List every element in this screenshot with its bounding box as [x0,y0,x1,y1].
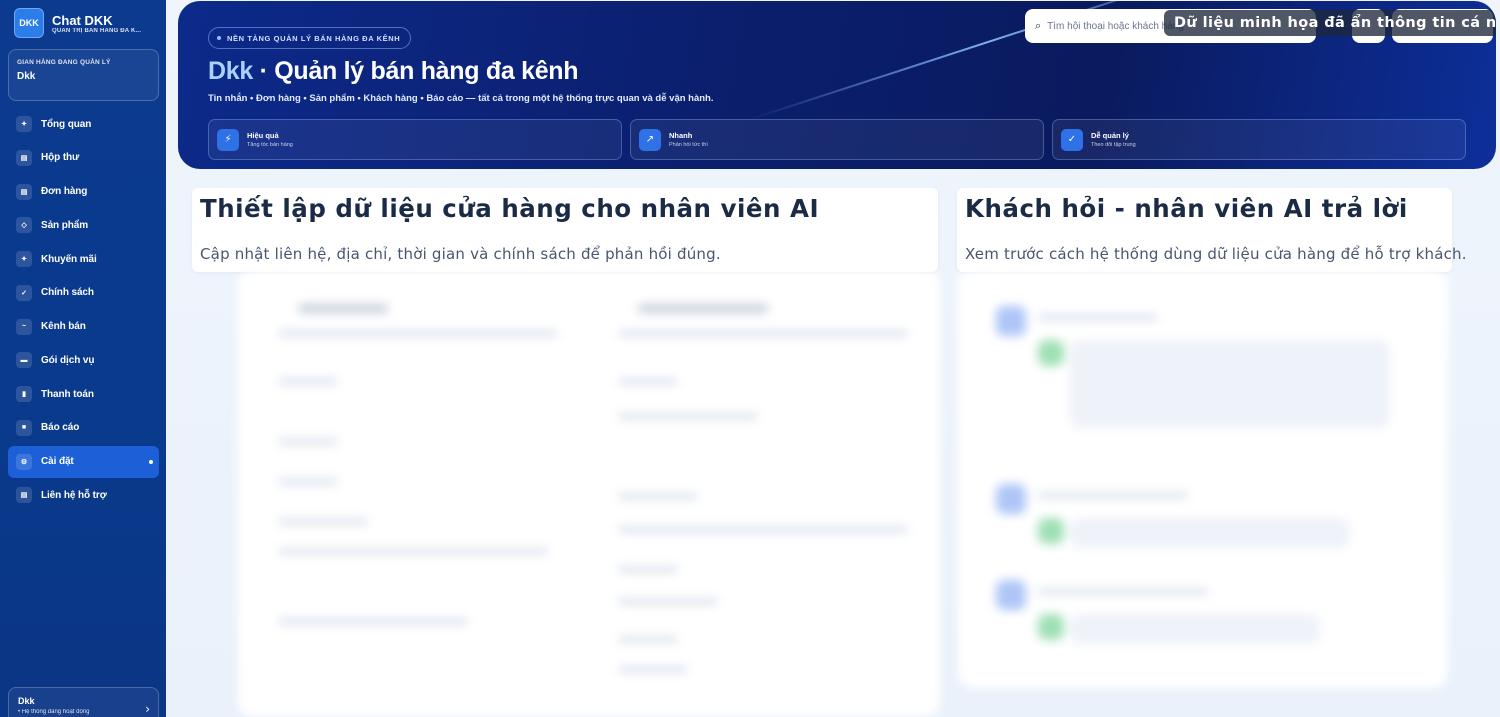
active-indicator [149,459,153,464]
store-selector[interactable]: GIAN HÀNG ĐANG QUẢN LÝ Dkk [8,49,159,101]
system-status: • Hệ thống đang hoạt động [18,709,90,715]
sidebar-nav: ✦ Tổng quan ▤ Hộp thư ▤ Đơn hàng ◇ Sản phẩm … [8,108,159,513]
feature-subtitle: Tăng tốc bán hàng [247,142,293,148]
privacy-notice: Dữ liệu minh họa đã ẩn thông tin cá nhân [1164,10,1496,36]
pill-label: NỀN TẢNG QUẢN LÝ BÁN HÀNG ĐA KÊNH [227,33,401,43]
bolt-icon: ⚡ [217,128,239,151]
sidebar-item-kenh-ban[interactable]: ~ Kênh bán [8,311,159,343]
app-subtitle: QUẢN TRỊ BÁN HÀNG ĐA K... [52,27,142,34]
feature-title: Dễ quản lý [1091,131,1129,140]
page-title: Dkk · Quản lý bán hàng đa kênh [208,57,579,86]
arrow-icon: ↗ [639,128,661,151]
card-title: Thiết lập dữ liệu cửa hàng cho nhân viên… [200,194,820,223]
sidebar-item-label: Sản phẩm [41,219,88,231]
check-icon: ✓ [16,284,32,301]
sidebar-item-label: Cài đặt [41,456,74,467]
sidebar-item-hop-thu[interactable]: ▤ Hộp thư [8,142,159,174]
store-name: Dkk [17,71,36,82]
payment-icon: ▮ [16,386,32,402]
search-icon: ⌕ [1035,19,1042,32]
setup-form-blurred [238,268,940,717]
feature-subtitle: Theo dõi tập trung [1091,142,1136,148]
sidebar: DKK Chat DKK QUẢN TRỊ BÁN HÀNG ĐA K... G… [0,0,166,717]
feature-title: Hiệu quả [247,131,279,140]
sidebar-item-lien-he-ho-tro[interactable]: ▤ Liên hệ hỗ trợ [8,479,159,511]
hero-description: Tin nhắn • Đơn hàng • Sản phẩm • Khách h… [208,93,714,104]
feature-card-nhanh: ↗ Nhanh Phản hồi tức thì [630,119,1044,160]
sidebar-item-label: Khuyến mãi [41,253,97,265]
settings-icon: ⚙ [16,453,32,470]
sidebar-item-label: Hộp thư [41,152,80,164]
feature-card-hieu-qua: ⚡ Hiệu quả Tăng tốc bán hàng [208,119,622,160]
orders-icon: ▤ [16,183,32,200]
sidebar-item-san-pham[interactable]: ◇ Sản phẩm [8,209,159,241]
sidebar-item-label: Chính sách [41,287,94,299]
sidebar-item-tong-quan[interactable]: ✦ Tổng quan [8,108,159,140]
sidebar-item-goi-dich-vu[interactable]: ▬ Gói dịch vụ [8,344,159,376]
promo-icon: ✦ [16,251,32,267]
app-title: Chat DKK [52,12,113,28]
product-icon: ◇ [16,217,32,234]
check-icon: ✓ [1061,128,1083,151]
ai-preview-card: Khách hỏi - nhân viên AI trả lời Xem trư… [957,188,1467,272]
sidebar-item-cai-dat[interactable]: ⚙ Cài đặt [8,445,159,478]
sidebar-item-thanh-toan[interactable]: ▮ Thanh toán [8,378,159,410]
store-label: GIAN HÀNG ĐANG QUẢN LÝ [17,59,111,66]
title-rest: · Quản lý bán hàng đa kênh [252,57,579,85]
feature-subtitle: Phản hồi tức thì [669,142,708,148]
hero-banner: NỀN TẢNG QUẢN LÝ BÁN HÀNG ĐA KÊNH Dkk · … [178,1,1496,169]
package-icon: ▬ [16,352,32,369]
card-subtitle: Cập nhật liên hệ, địa chỉ, thời gian và … [200,245,721,263]
platform-pill: NỀN TẢNG QUẢN LÝ BÁN HÀNG ĐA KÊNH [208,27,412,49]
account-name: Dkk [18,696,35,706]
sidebar-item-khuyen-mai[interactable]: ✦ Khuyến mãi [8,243,159,275]
sidebar-item-don-hang[interactable]: ▤ Đơn hàng [8,176,159,208]
card-subtitle: Xem trước cách hệ thống dùng dữ liệu cửa… [965,245,1467,263]
card-title: Khách hỏi - nhân viên AI trả lời [965,194,1408,223]
card-header: Thiết lập dữ liệu cửa hàng cho nhân viên… [192,188,938,269]
sidebar-item-label: Thanh toán [41,388,94,400]
sidebar-item-label: Liên hệ hỗ trợ [41,489,107,501]
title-brand: Dkk [208,57,253,85]
sidebar-item-label: Báo cáo [41,422,80,434]
chat-preview-blurred [958,268,1448,688]
sidebar-item-label: Kênh bán [41,321,86,332]
sparkle-icon: ✦ [16,116,32,132]
main-content: NỀN TẢNG QUẢN LÝ BÁN HÀNG ĐA KÊNH Dkk · … [166,0,1500,717]
channel-icon: ~ [16,318,32,335]
store-setup-card: Thiết lập dữ liệu cửa hàng cho nhân viên… [192,188,938,272]
card-header: Khách hỏi - nhân viên AI trả lời Xem trư… [957,188,1467,269]
sidebar-item-label: Gói dịch vụ [41,354,95,366]
inbox-icon: ▤ [16,149,32,166]
brand[interactable]: DKK Chat DKK QUẢN TRỊ BÁN HÀNG ĐA K... [14,8,150,38]
support-icon: ▤ [16,487,32,504]
feature-card-de-quan-ly: ✓ Dễ quản lý Theo dõi tập trung [1052,119,1466,160]
account-card[interactable]: Dkk • Hệ thống đang hoạt động › [8,687,159,717]
sidebar-item-label: Tổng quan [41,118,92,130]
pill-dot [217,36,221,40]
sidebar-item-label: Đơn hàng [41,186,88,197]
sidebar-item-chinh-sach[interactable]: ✓ Chính sách [8,277,159,309]
app-logo: DKK [14,8,44,38]
sidebar-item-bao-cao[interactable]: ■ Báo cáo [8,412,159,444]
report-icon: ■ [16,419,32,436]
feature-title: Nhanh [669,131,693,140]
chevron-right-icon: › [145,702,150,716]
